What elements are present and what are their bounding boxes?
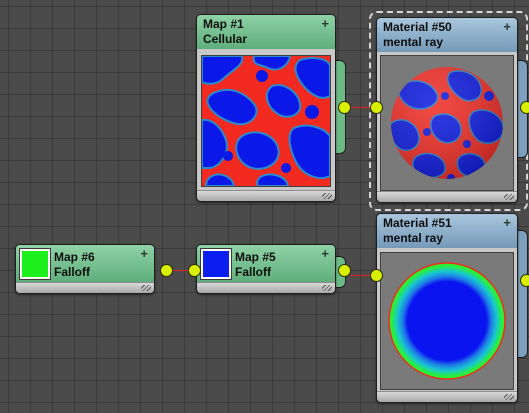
node-footer xyxy=(197,282,335,293)
map5-input-socket[interactable] xyxy=(188,264,201,277)
expand-plus-icon[interactable]: + xyxy=(321,16,329,31)
expand-plus-icon[interactable]: + xyxy=(140,246,148,261)
node-title: Material #50 xyxy=(383,20,452,34)
resize-grip-icon[interactable] xyxy=(141,285,151,291)
blue-color-fill xyxy=(203,251,229,277)
node-footer xyxy=(16,282,154,293)
falloff-blue-swatch xyxy=(200,248,232,280)
mat51-output-socket[interactable] xyxy=(520,274,529,287)
node-map6-falloff[interactable]: Map #6 Falloff + xyxy=(15,244,155,294)
node-subtitle: mental ray xyxy=(383,231,444,245)
node-subtitle: mental ray xyxy=(383,35,444,49)
node-material-50[interactable]: Material #50 mental ray + xyxy=(376,17,518,203)
node-footer xyxy=(197,190,335,201)
node-header[interactable]: Material #50 mental ray + xyxy=(377,18,517,52)
map6-output-socket[interactable] xyxy=(160,264,173,277)
mat51-input-socket[interactable] xyxy=(370,269,383,282)
node-footer xyxy=(377,191,517,202)
material-preview-swatch xyxy=(380,55,514,191)
expand-plus-icon[interactable]: + xyxy=(503,215,511,230)
expand-plus-icon[interactable]: + xyxy=(503,19,511,34)
node-subtitle: Falloff xyxy=(235,265,271,279)
node-footer xyxy=(377,391,517,402)
mat50-output-socket[interactable] xyxy=(520,101,529,114)
node-title: Map #5 xyxy=(235,250,276,264)
material-sphere-image xyxy=(391,67,503,179)
expand-plus-icon[interactable]: + xyxy=(321,246,329,261)
cellular-preview-swatch xyxy=(201,55,331,187)
map5-output-socket[interactable] xyxy=(338,264,351,277)
map1-output-socket[interactable] xyxy=(338,101,351,114)
resize-grip-icon[interactable] xyxy=(322,193,332,199)
resize-grip-icon[interactable] xyxy=(322,285,332,291)
green-color-fill xyxy=(22,251,48,277)
material-preview-swatch xyxy=(380,252,514,390)
falloff-sphere-image xyxy=(388,262,506,380)
node-header[interactable]: Material #51 mental ray + xyxy=(377,214,517,248)
node-title: Material #51 xyxy=(383,216,452,230)
node-title: Map #6 xyxy=(54,250,95,264)
resize-grip-icon[interactable] xyxy=(504,194,514,200)
node-subtitle: Cellular xyxy=(203,32,248,46)
cellular-texture-image xyxy=(201,55,331,187)
node-header[interactable]: Map #1 Cellular + xyxy=(197,15,335,49)
mat50-input-socket[interactable] xyxy=(370,101,383,114)
node-material-51[interactable]: Material #51 mental ray + xyxy=(376,213,518,403)
node-subtitle: Falloff xyxy=(54,265,90,279)
node-map5-falloff[interactable]: Map #5 Falloff + xyxy=(196,244,336,294)
node-title: Map #1 xyxy=(203,17,244,31)
falloff-green-swatch xyxy=(19,248,51,280)
resize-grip-icon[interactable] xyxy=(504,394,514,400)
node-map1-cellular[interactable]: Map #1 Cellular + xyxy=(196,14,336,202)
